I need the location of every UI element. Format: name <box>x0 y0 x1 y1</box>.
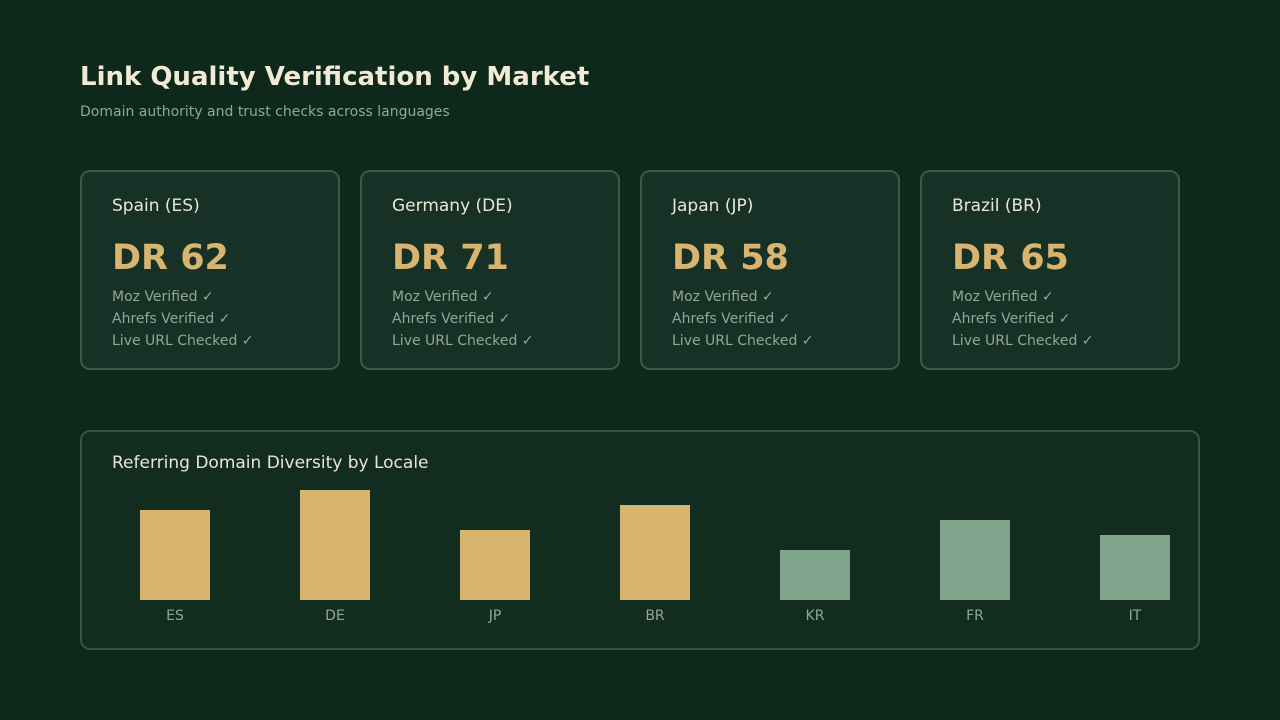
page-subtitle: Domain authority and trust checks across… <box>80 104 450 120</box>
market-name: Brazil (BR) <box>952 196 1042 216</box>
market-card-br[interactable]: Brazil (BR) DR 65 Moz Verified ✓ Ahrefs … <box>920 170 1180 370</box>
x-tick-label: JP <box>488 608 502 624</box>
moz-check: Moz Verified ✓ <box>112 289 214 305</box>
market-card-es[interactable]: Spain (ES) DR 62 Moz Verified ✓ Ahrefs V… <box>80 170 340 370</box>
moz-check: Moz Verified ✓ <box>392 289 494 305</box>
ahrefs-check: Ahrefs Verified ✓ <box>112 311 231 327</box>
verification-list: Moz Verified ✓ Ahrefs Verified ✓ Live UR… <box>672 286 814 352</box>
live-url-check: Live URL Checked ✓ <box>112 333 254 349</box>
bar-de <box>300 490 370 600</box>
domain-rating: DR 62 <box>112 238 229 278</box>
bar-jp <box>460 530 530 600</box>
verification-list: Moz Verified ✓ Ahrefs Verified ✓ Live UR… <box>392 286 534 352</box>
bar-it <box>1100 535 1170 600</box>
x-tick-label: FR <box>966 608 984 624</box>
x-tick-label: DE <box>325 608 345 624</box>
x-tick-label: IT <box>1129 608 1142 624</box>
live-url-check: Live URL Checked ✓ <box>392 333 534 349</box>
live-url-check: Live URL Checked ✓ <box>672 333 814 349</box>
x-tick-label: BR <box>645 608 665 624</box>
domain-rating: DR 65 <box>952 238 1069 278</box>
domain-rating: DR 71 <box>392 238 509 278</box>
x-tick-label: KR <box>806 608 825 624</box>
verification-list: Moz Verified ✓ Ahrefs Verified ✓ Live UR… <box>952 286 1094 352</box>
page-title: Link Quality Verification by Market <box>80 62 590 92</box>
ahrefs-check: Ahrefs Verified ✓ <box>392 311 511 327</box>
x-tick-label: ES <box>166 608 184 624</box>
bar-br <box>620 505 690 600</box>
moz-check: Moz Verified ✓ <box>672 289 774 305</box>
live-url-check: Live URL Checked ✓ <box>952 333 1094 349</box>
market-name: Germany (DE) <box>392 196 513 216</box>
ahrefs-check: Ahrefs Verified ✓ <box>672 311 791 327</box>
market-name: Japan (JP) <box>672 196 754 216</box>
moz-check: Moz Verified ✓ <box>952 289 1054 305</box>
market-name: Spain (ES) <box>112 196 200 216</box>
verification-list: Moz Verified ✓ Ahrefs Verified ✓ Live UR… <box>112 286 254 352</box>
market-card-jp[interactable]: Japan (JP) DR 58 Moz Verified ✓ Ahrefs V… <box>640 170 900 370</box>
bar-es <box>140 510 210 600</box>
ahrefs-check: Ahrefs Verified ✓ <box>952 311 1071 327</box>
bar-chart: ES DE JP BR KR FR IT <box>140 490 1170 624</box>
market-card-de[interactable]: Germany (DE) DR 71 Moz Verified ✓ Ahrefs… <box>360 170 620 370</box>
diversity-chart-panel: Referring Domain Diversity by Locale ES D… <box>80 430 1200 650</box>
bar-kr <box>780 550 850 600</box>
bar-fr <box>940 520 1010 600</box>
domain-rating: DR 58 <box>672 238 789 278</box>
